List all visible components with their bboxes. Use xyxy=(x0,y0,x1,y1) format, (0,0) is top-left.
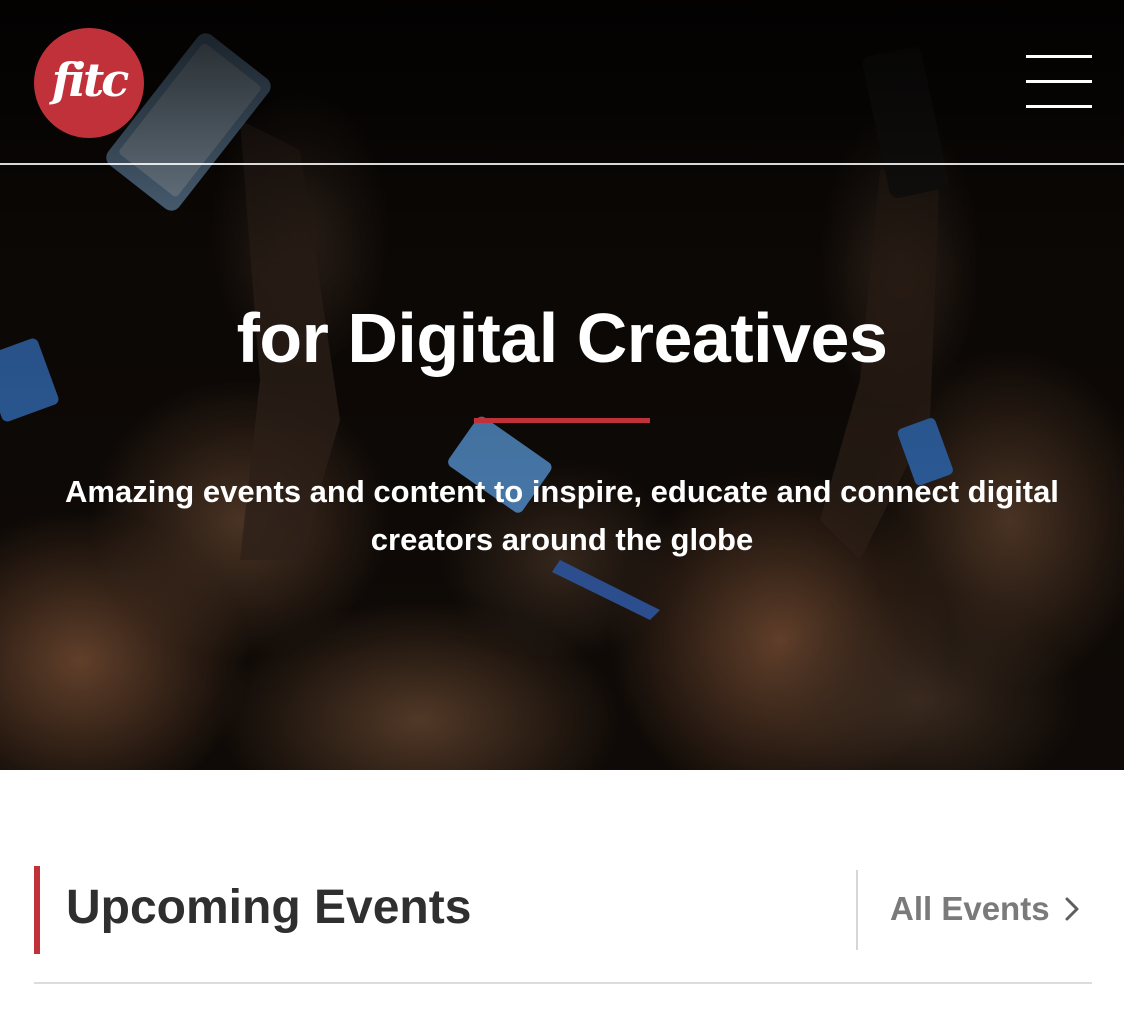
all-events-link[interactable]: All Events xyxy=(890,884,1080,934)
menu-bar-bottom xyxy=(1026,105,1092,108)
hamburger-menu-icon[interactable] xyxy=(1018,50,1100,116)
logo-wordmark: fitc xyxy=(51,53,130,107)
hero-title: for Digital Creatives xyxy=(236,299,888,377)
header-divider xyxy=(856,870,858,950)
site-header: fitc xyxy=(0,0,1124,165)
section-title: Upcoming Events xyxy=(66,881,472,934)
all-events-label: All Events xyxy=(890,890,1050,927)
hero-accent-rule xyxy=(474,418,650,423)
hero-banner: fitc for Digital Creatives Amazing event… xyxy=(0,0,1124,770)
hero-subtitle: Amazing events and content to inspire, e… xyxy=(65,474,1059,557)
chevron-right-icon xyxy=(1065,897,1079,921)
menu-bar-top xyxy=(1026,55,1092,58)
fitc-logo[interactable]: fitc xyxy=(34,28,144,138)
section-accent-bar xyxy=(34,866,40,954)
upcoming-events-header: Upcoming Events All Events xyxy=(34,866,1092,984)
page: fitc for Digital Creatives Amazing event… xyxy=(0,0,1124,1014)
menu-bar-middle xyxy=(1026,80,1092,83)
